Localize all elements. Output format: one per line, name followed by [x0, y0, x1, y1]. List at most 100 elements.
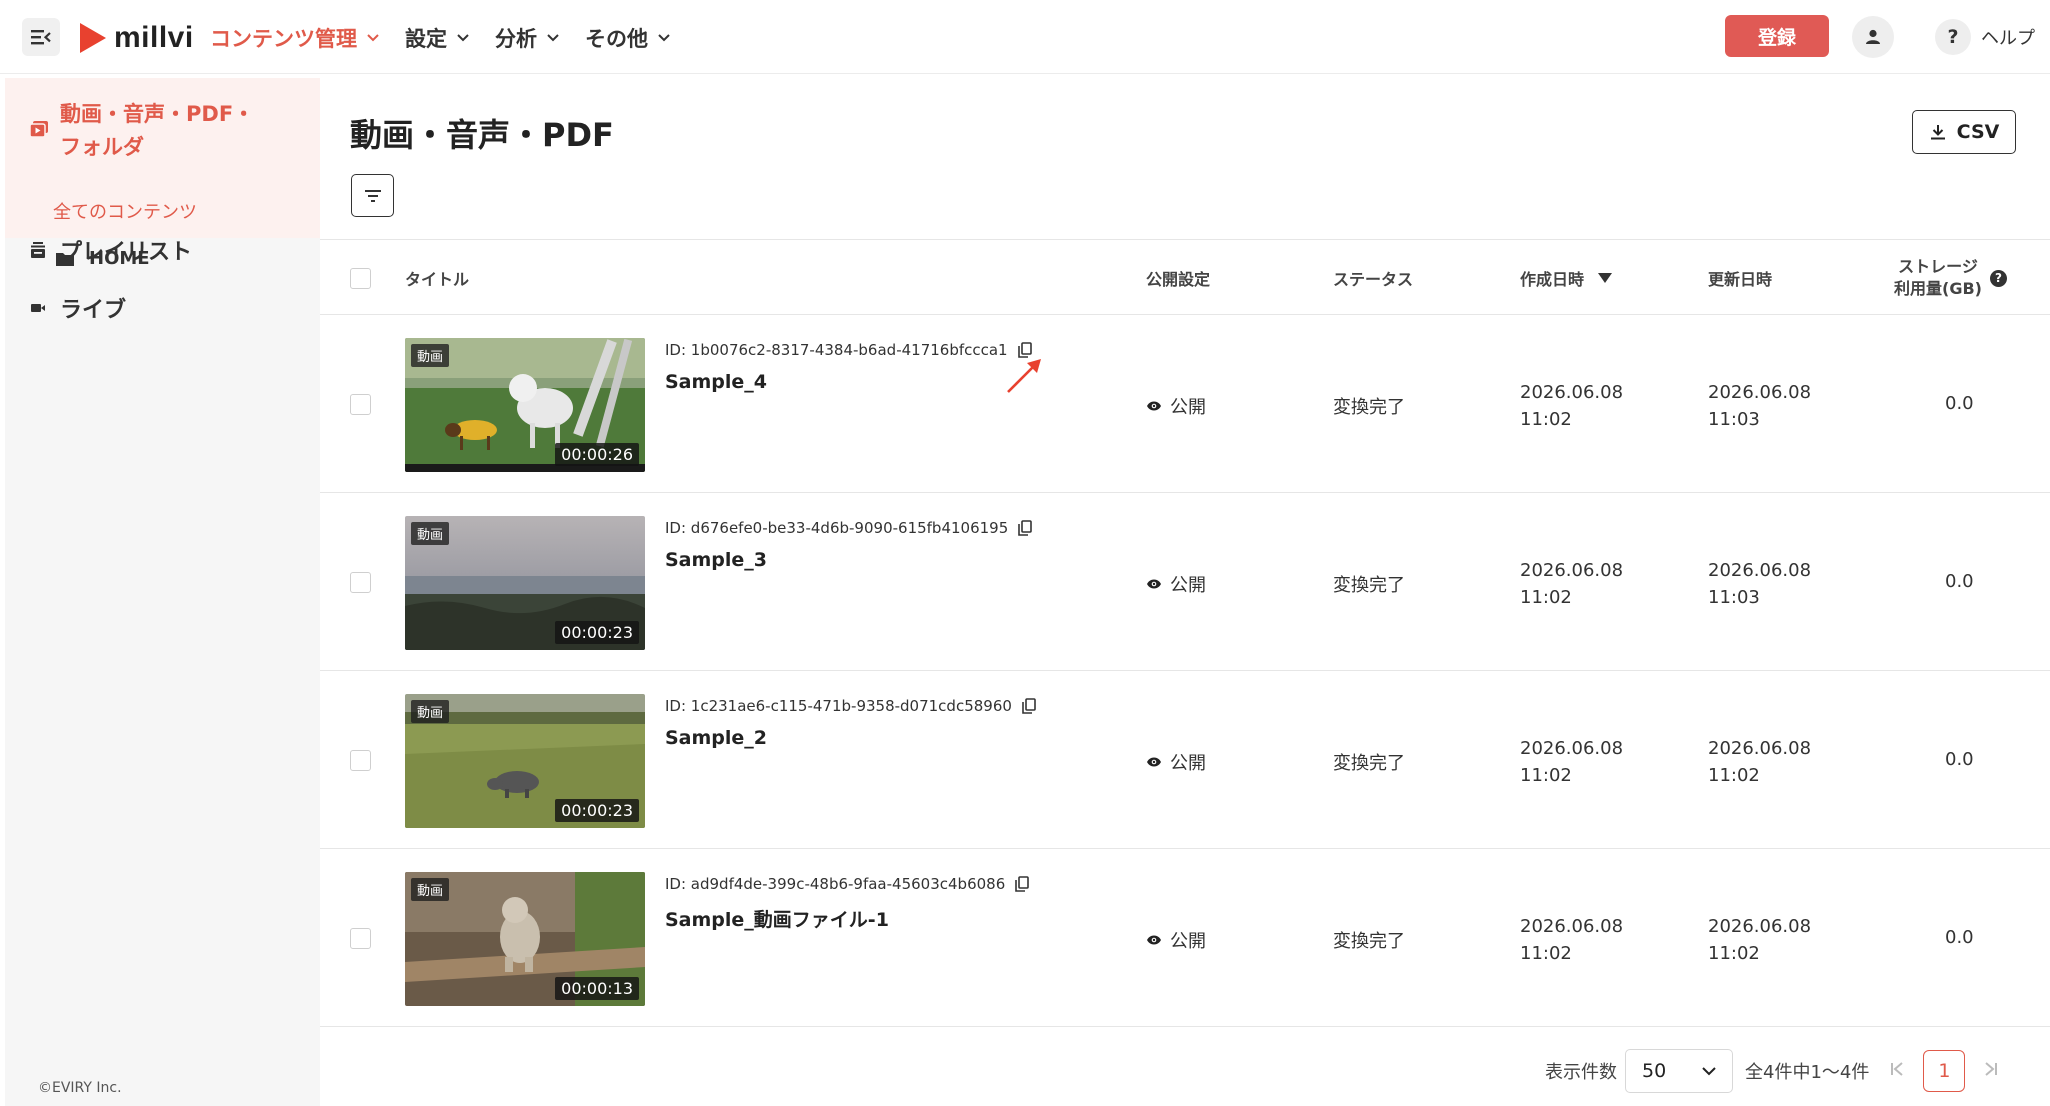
media-type-badge: 動画 — [411, 878, 450, 901]
nav-label: コンテンツ管理 — [210, 27, 357, 51]
sidebar-item-playlist[interactable]: プレイリスト — [30, 234, 192, 266]
main-nav: コンテンツ管理 設定 分析 その他 — [210, 18, 696, 58]
column-storage: ストレージ 利用量(GB) ? — [1894, 240, 2007, 316]
updated-time: 11:02 — [1708, 943, 1760, 964]
select-all-checkbox[interactable] — [350, 267, 371, 289]
updated-date: 2026.06.08 — [1708, 382, 1812, 403]
media-type-badge: 動画 — [411, 344, 450, 367]
content-title[interactable]: Sample_動画ファイル-1 — [665, 905, 889, 932]
sidebar-item-live[interactable]: ライブ — [30, 292, 126, 324]
nav-settings[interactable]: 設定 — [405, 23, 469, 53]
updated-date: 2026.06.08 — [1708, 738, 1812, 759]
row-checkbox[interactable] — [350, 750, 371, 771]
created-date: 2026.06.08 — [1520, 916, 1624, 937]
sidebar-subitem-all-contents[interactable]: 全てのコンテンツ — [53, 198, 197, 224]
updated-time: 11:03 — [1708, 587, 1760, 608]
last-page-icon — [1985, 1061, 1998, 1076]
table-header: タイトル 公開設定 ステータス 作成日時 更新日時 ストレージ 利用量(GB) … — [320, 239, 2050, 315]
sidebar-item-playlist-label: プレイリスト — [60, 240, 193, 265]
content-id-text: ID: 1b0076c2-8317-4384-b6ad-41716bfccca1 — [665, 341, 1008, 359]
status-text: 変換完了 — [1333, 753, 1405, 774]
row-checkbox[interactable] — [350, 928, 371, 949]
table-row[interactable]: 動画 00:00:23 ID: 1c231ae6-c115-471b-9358-… — [320, 671, 2050, 849]
video-thumbnail[interactable]: 動画 00:00:13 — [405, 872, 645, 1006]
download-icon — [1930, 125, 1945, 140]
chevron-down-icon — [547, 34, 559, 42]
created-datetime: 2026.06.08 11:02 — [1520, 735, 1623, 789]
media-type-badge: 動画 — [411, 700, 450, 723]
nav-label: 分析 — [495, 27, 537, 51]
public-setting: 公開 — [1146, 927, 1206, 953]
sort-desc-icon — [1598, 273, 1613, 283]
updated-date: 2026.06.08 — [1708, 560, 1812, 581]
created-date: 2026.06.08 — [1520, 382, 1624, 403]
updated-datetime: 2026.06.08 11:02 — [1708, 735, 1811, 789]
column-storage-line1: ストレージ — [1898, 257, 1978, 276]
column-public: 公開設定 — [1146, 270, 1211, 289]
nav-analytics[interactable]: 分析 — [495, 23, 559, 53]
eye-icon — [1147, 401, 1161, 411]
csv-download-button[interactable]: CSV — [1912, 110, 2016, 154]
created-date: 2026.06.08 — [1520, 738, 1624, 759]
page-button-current[interactable]: 1 — [1923, 1050, 1966, 1092]
help-link[interactable]: ? ヘルプ — [1935, 16, 2035, 58]
table-row[interactable]: 動画 00:00:23 ID: d676efe0-be33-4d6b-9090-… — [320, 493, 2050, 671]
status-text: 変換完了 — [1333, 931, 1405, 952]
duration-label: 00:00:23 — [555, 799, 639, 822]
nav-other[interactable]: その他 — [585, 23, 670, 53]
playlist-icon — [31, 242, 45, 258]
play-logo-icon — [80, 23, 106, 53]
select-all-checkbox-cell — [350, 240, 371, 316]
help-icon: ? — [1935, 19, 1971, 55]
chevron-down-icon — [367, 34, 379, 42]
nav-label: その他 — [585, 27, 648, 51]
last-page-button[interactable] — [1983, 1061, 1999, 1082]
copy-icon[interactable] — [1015, 876, 1030, 892]
table-row[interactable]: 動画 00:00:26 ID: 1b0076c2-8317-4384-b6ad-… — [320, 315, 2050, 493]
created-time: 11:02 — [1520, 943, 1572, 964]
first-page-button[interactable] — [1889, 1061, 1905, 1082]
created-time: 11:02 — [1520, 587, 1572, 608]
content-title[interactable]: Sample_2 — [665, 727, 767, 749]
user-icon — [1866, 29, 1880, 44]
content-title[interactable]: Sample_4 — [665, 371, 767, 393]
row-checkbox[interactable] — [350, 394, 371, 415]
copy-icon[interactable] — [1022, 698, 1036, 714]
sidebar: 動画・音声・PDF・フォルダ 全てのコンテンツ HOME プレイリスト ライブ … — [5, 78, 320, 1106]
created-time: 11:02 — [1520, 409, 1572, 430]
top-header: millvi コンテンツ管理 設定 分析 その他 登録 ? ヘルプ — [0, 0, 2050, 74]
content-id: ID: 1c231ae6-c115-471b-9358-d071cdc58960 — [665, 697, 1036, 715]
register-button[interactable]: 登録 — [1725, 15, 1829, 57]
column-created-sort[interactable]: 作成日時 — [1520, 240, 1613, 316]
created-time: 11:02 — [1520, 765, 1572, 786]
table-row[interactable]: 動画 00:00:13 ID: ad9df4de-399c-48b6-9faa-… — [320, 849, 2050, 1027]
storage-help-icon[interactable]: ? — [1989, 269, 2007, 287]
eye-icon — [1147, 579, 1161, 589]
duration-label: 00:00:26 — [555, 443, 639, 466]
updated-time: 11:02 — [1708, 765, 1760, 786]
storage-usage: 0.0 — [1945, 927, 1974, 948]
created-datetime: 2026.06.08 11:02 — [1520, 557, 1623, 611]
user-menu-button[interactable] — [1852, 16, 1894, 58]
filter-button[interactable] — [351, 174, 394, 217]
main-content: 動画・音声・PDF CSV タイトル 公開設定 ステータス 作成日時 更新日時 … — [320, 74, 2050, 1106]
video-thumbnail[interactable]: 動画 00:00:23 — [405, 516, 645, 650]
public-setting: 公開 — [1146, 571, 1206, 597]
video-thumbnail[interactable]: 動画 00:00:26 — [405, 338, 645, 472]
per-page-select[interactable]: 50 — [1625, 1049, 1733, 1093]
sidebar-toggle-button[interactable] — [22, 18, 60, 56]
storage-usage: 0.0 — [1945, 393, 1974, 414]
copy-icon[interactable] — [1018, 520, 1033, 536]
video-thumbnail[interactable]: 動画 00:00:23 — [405, 694, 645, 828]
pagination: 表示件数 50 全4件中1〜4件 1 — [1545, 1049, 1999, 1093]
sidebar-item-media[interactable]: 動画・音声・PDF・フォルダ 全てのコンテンツ — [5, 78, 320, 238]
column-created-label: 作成日時 — [1520, 270, 1585, 289]
chevron-down-icon — [1702, 1066, 1716, 1075]
brand-logo[interactable]: millvi — [80, 18, 194, 58]
public-setting: 公開 — [1146, 749, 1206, 775]
row-checkbox[interactable] — [350, 572, 371, 593]
page-title: 動画・音声・PDF — [350, 116, 614, 154]
content-title[interactable]: Sample_3 — [665, 549, 767, 571]
nav-content-management[interactable]: コンテンツ管理 — [210, 23, 379, 53]
result-range: 全4件中1〜4件 — [1745, 1062, 1870, 1083]
